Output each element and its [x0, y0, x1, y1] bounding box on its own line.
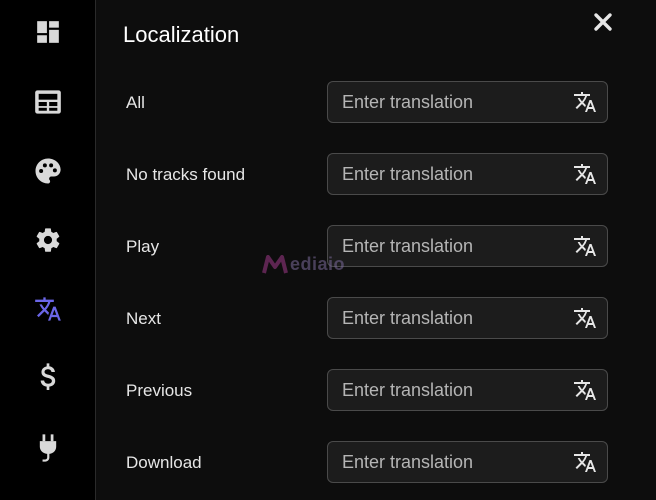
plug-icon [39, 434, 57, 462]
translation-input[interactable] [342, 298, 562, 338]
translate-icon[interactable] [573, 450, 597, 474]
translation-row: All [96, 81, 656, 125]
translation-field [327, 297, 608, 339]
sidebar [0, 0, 96, 500]
sidebar-item-localization[interactable] [30, 291, 66, 327]
localization-panel: Localization All No tracks found [96, 0, 656, 500]
app-window: Localization All No tracks found [0, 0, 656, 500]
row-label: All [126, 93, 145, 112]
row-label: Play [126, 237, 160, 256]
translation-row: Play [96, 225, 656, 269]
translate-icon[interactable] [573, 234, 597, 258]
translate-icon[interactable] [573, 378, 597, 402]
translate-icon [35, 297, 61, 321]
table-icon [35, 90, 61, 114]
close-icon [594, 13, 612, 31]
sidebar-item-dashboard[interactable] [30, 14, 66, 50]
translation-row: Previous [96, 369, 656, 413]
sidebar-item-table[interactable] [30, 84, 66, 120]
translation-row: No tracks found [96, 153, 656, 197]
row-label: No tracks found [126, 165, 246, 184]
translation-input[interactable] [342, 370, 562, 410]
translation-row: Download [96, 441, 656, 485]
translation-field [327, 369, 608, 411]
sidebar-item-settings[interactable] [30, 222, 66, 258]
palette-icon [35, 158, 61, 184]
translation-input[interactable] [342, 154, 562, 194]
row-label: Previous [126, 381, 193, 400]
row-label: Next [126, 309, 161, 328]
row-label: Download [126, 453, 202, 472]
page-title: Localization [123, 22, 240, 47]
close-button[interactable] [591, 10, 615, 34]
translation-field [327, 81, 608, 123]
sidebar-item-integrations[interactable] [30, 430, 66, 466]
translation-input[interactable] [342, 442, 562, 482]
translation-input[interactable] [342, 82, 562, 122]
sidebar-item-pricing[interactable] [30, 360, 66, 396]
translation-row: Next [96, 297, 656, 341]
translation-field [327, 441, 608, 483]
translate-icon[interactable] [573, 162, 597, 186]
translate-icon[interactable] [573, 90, 597, 114]
dollar-icon [40, 363, 56, 390]
sidebar-item-palette[interactable] [30, 153, 66, 189]
translation-field [327, 225, 608, 267]
translation-input[interactable] [342, 226, 562, 266]
translate-icon[interactable] [573, 306, 597, 330]
gear-icon [36, 228, 60, 252]
dashboard-icon [37, 21, 59, 43]
translation-field [327, 153, 608, 195]
